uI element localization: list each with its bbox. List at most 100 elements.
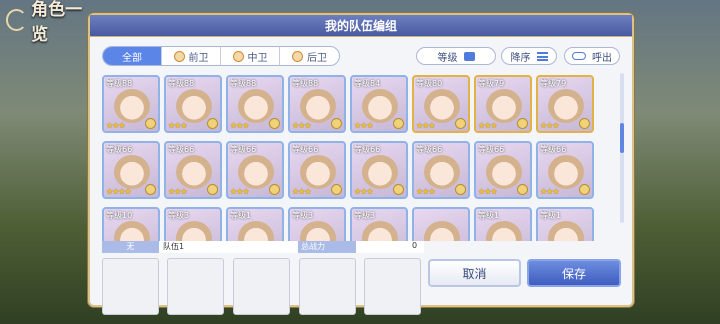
vanguard-icon [173,50,185,62]
character-card[interactable]: 等级79 ★★★ [536,75,594,133]
star-rating: ★★★ [540,121,559,130]
character-level: 等级84 [354,79,381,88]
sort-field-button[interactable]: 等级 [416,47,496,65]
star-rating: ★★★ [230,121,249,130]
save-button[interactable]: 保存 [527,259,621,287]
character-card[interactable]: 等级66 ★★★ [536,141,594,199]
character-portrait [362,89,398,123]
character-level: 等级1 [540,211,562,220]
team-slot-2[interactable] [167,258,224,315]
cancel-button[interactable]: 取消 [428,259,521,287]
save-label: 保存 [561,266,586,281]
character-level: 等级79 [478,79,505,88]
character-card[interactable] [412,207,470,241]
character-card[interactable]: 等级88 ★★★ [226,75,284,133]
position-badge-icon [393,184,404,195]
character-portrait [300,221,336,241]
character-level: 等级80 [416,79,443,88]
star-rating: ★★★★ [106,187,132,196]
team-edit-dialog: 我的队伍编组 全部 前卫 中卫 后卫 等级 降序 呼出 等级88 ★★★ 等级88 ★… [88,13,634,315]
character-roster-grid: 等级88 ★★★ 等级88 ★★★ 等级88 ★★★ 等级88 ★★★ 等级84 ★★★ 等级80 ★… [100,73,616,241]
character-card[interactable]: 等级66 ★★★ [164,141,222,199]
tab-vanguard[interactable]: 前卫 [162,47,221,65]
team-slot-1[interactable] [102,258,159,315]
character-card[interactable]: 等级88 ★★★ [102,75,160,133]
character-level: 等级88 [106,79,133,88]
team-slot-4[interactable] [299,258,356,315]
tab-midguard[interactable]: 中卫 [221,47,280,65]
position-badge-icon [331,184,342,195]
character-portrait [114,155,150,189]
position-filter-tabs: 全部 前卫 中卫 后卫 [102,46,340,66]
position-badge-icon [145,184,156,195]
tab-vanguard-label: 前卫 [188,52,209,64]
character-level: 等级1 [478,211,500,220]
star-rating: ★★★ [230,187,249,196]
star-rating: ★★★ [540,187,559,196]
character-card[interactable]: 等级88 ★★★ [164,75,222,133]
character-level: 等级66 [416,145,443,154]
call-toggle-icon [572,52,586,60]
star-rating: ★★★ [416,187,435,196]
character-portrait [300,89,336,123]
character-card[interactable]: 等级1 [226,207,284,241]
character-card[interactable]: 等级66 ★★★ [350,141,408,199]
sort-order-label: 降序 [510,52,531,64]
character-card[interactable]: 等级10 [102,207,160,241]
character-level: 等级3 [168,211,190,220]
character-portrait [238,89,274,123]
character-card[interactable]: 等级3 [288,207,346,241]
character-card[interactable]: 等级66 ★★★ [288,141,346,199]
roster-scrollbar-thumb[interactable] [620,123,624,153]
star-rating: ★★★ [478,121,497,130]
tab-all[interactable]: 全部 [103,47,162,65]
character-card[interactable]: 等级1 [536,207,594,241]
roster-scrollbar[interactable] [620,73,624,223]
call-button[interactable]: 呼出 [564,47,620,65]
star-rating: ★★★ [168,121,187,130]
position-badge-icon [269,184,280,195]
character-level: 等级79 [540,79,567,88]
position-badge-icon [393,118,404,129]
character-card[interactable]: 等级3 [350,207,408,241]
character-card[interactable]: 等级66 ★★★ [474,141,532,199]
team-slot-5[interactable] [364,258,421,315]
character-portrait [486,155,522,189]
character-level: 等级88 [168,79,195,88]
character-level: 等级66 [230,145,257,154]
star-rating: ★★★ [168,187,187,196]
character-portrait [238,155,274,189]
character-card[interactable]: 等级80 ★★★ [412,75,470,133]
character-card[interactable]: 等级66 ★★★★ [102,141,160,199]
character-card[interactable]: 等级1 [474,207,532,241]
character-portrait [486,89,522,123]
screen-title-text: 角色一览 [31,0,83,45]
character-portrait [176,221,212,241]
position-badge-icon [207,118,218,129]
character-level: 等级1 [230,211,252,220]
character-card[interactable]: 等级88 ★★★ [288,75,346,133]
character-level: 等级66 [354,145,381,154]
character-portrait [176,89,212,123]
character-card[interactable]: 等级84 ★★★ [350,75,408,133]
character-level: 等级66 [292,145,319,154]
team-slot-3[interactable] [233,258,290,315]
character-card[interactable]: 等级66 ★★★ [226,141,284,199]
position-badge-icon [579,118,590,129]
character-portrait [548,221,584,241]
character-portrait [238,221,274,241]
character-level: 等级3 [292,211,314,220]
character-card[interactable]: 等级3 [164,207,222,241]
tab-rearguard[interactable]: 后卫 [280,47,339,65]
total-power-label: 总战力 [298,241,356,253]
star-rating: ★★★ [416,121,435,130]
character-portrait [548,89,584,123]
character-card[interactable]: 等级79 ★★★ [474,75,532,133]
character-card[interactable]: 等级66 ★★★ [412,141,470,199]
star-rating: ★★★ [106,121,125,130]
tab-all-label: 全部 [122,52,142,64]
sort-order-icon [536,51,548,61]
midguard-icon [232,50,244,62]
character-portrait [176,155,212,189]
sort-order-button[interactable]: 降序 [501,47,557,65]
